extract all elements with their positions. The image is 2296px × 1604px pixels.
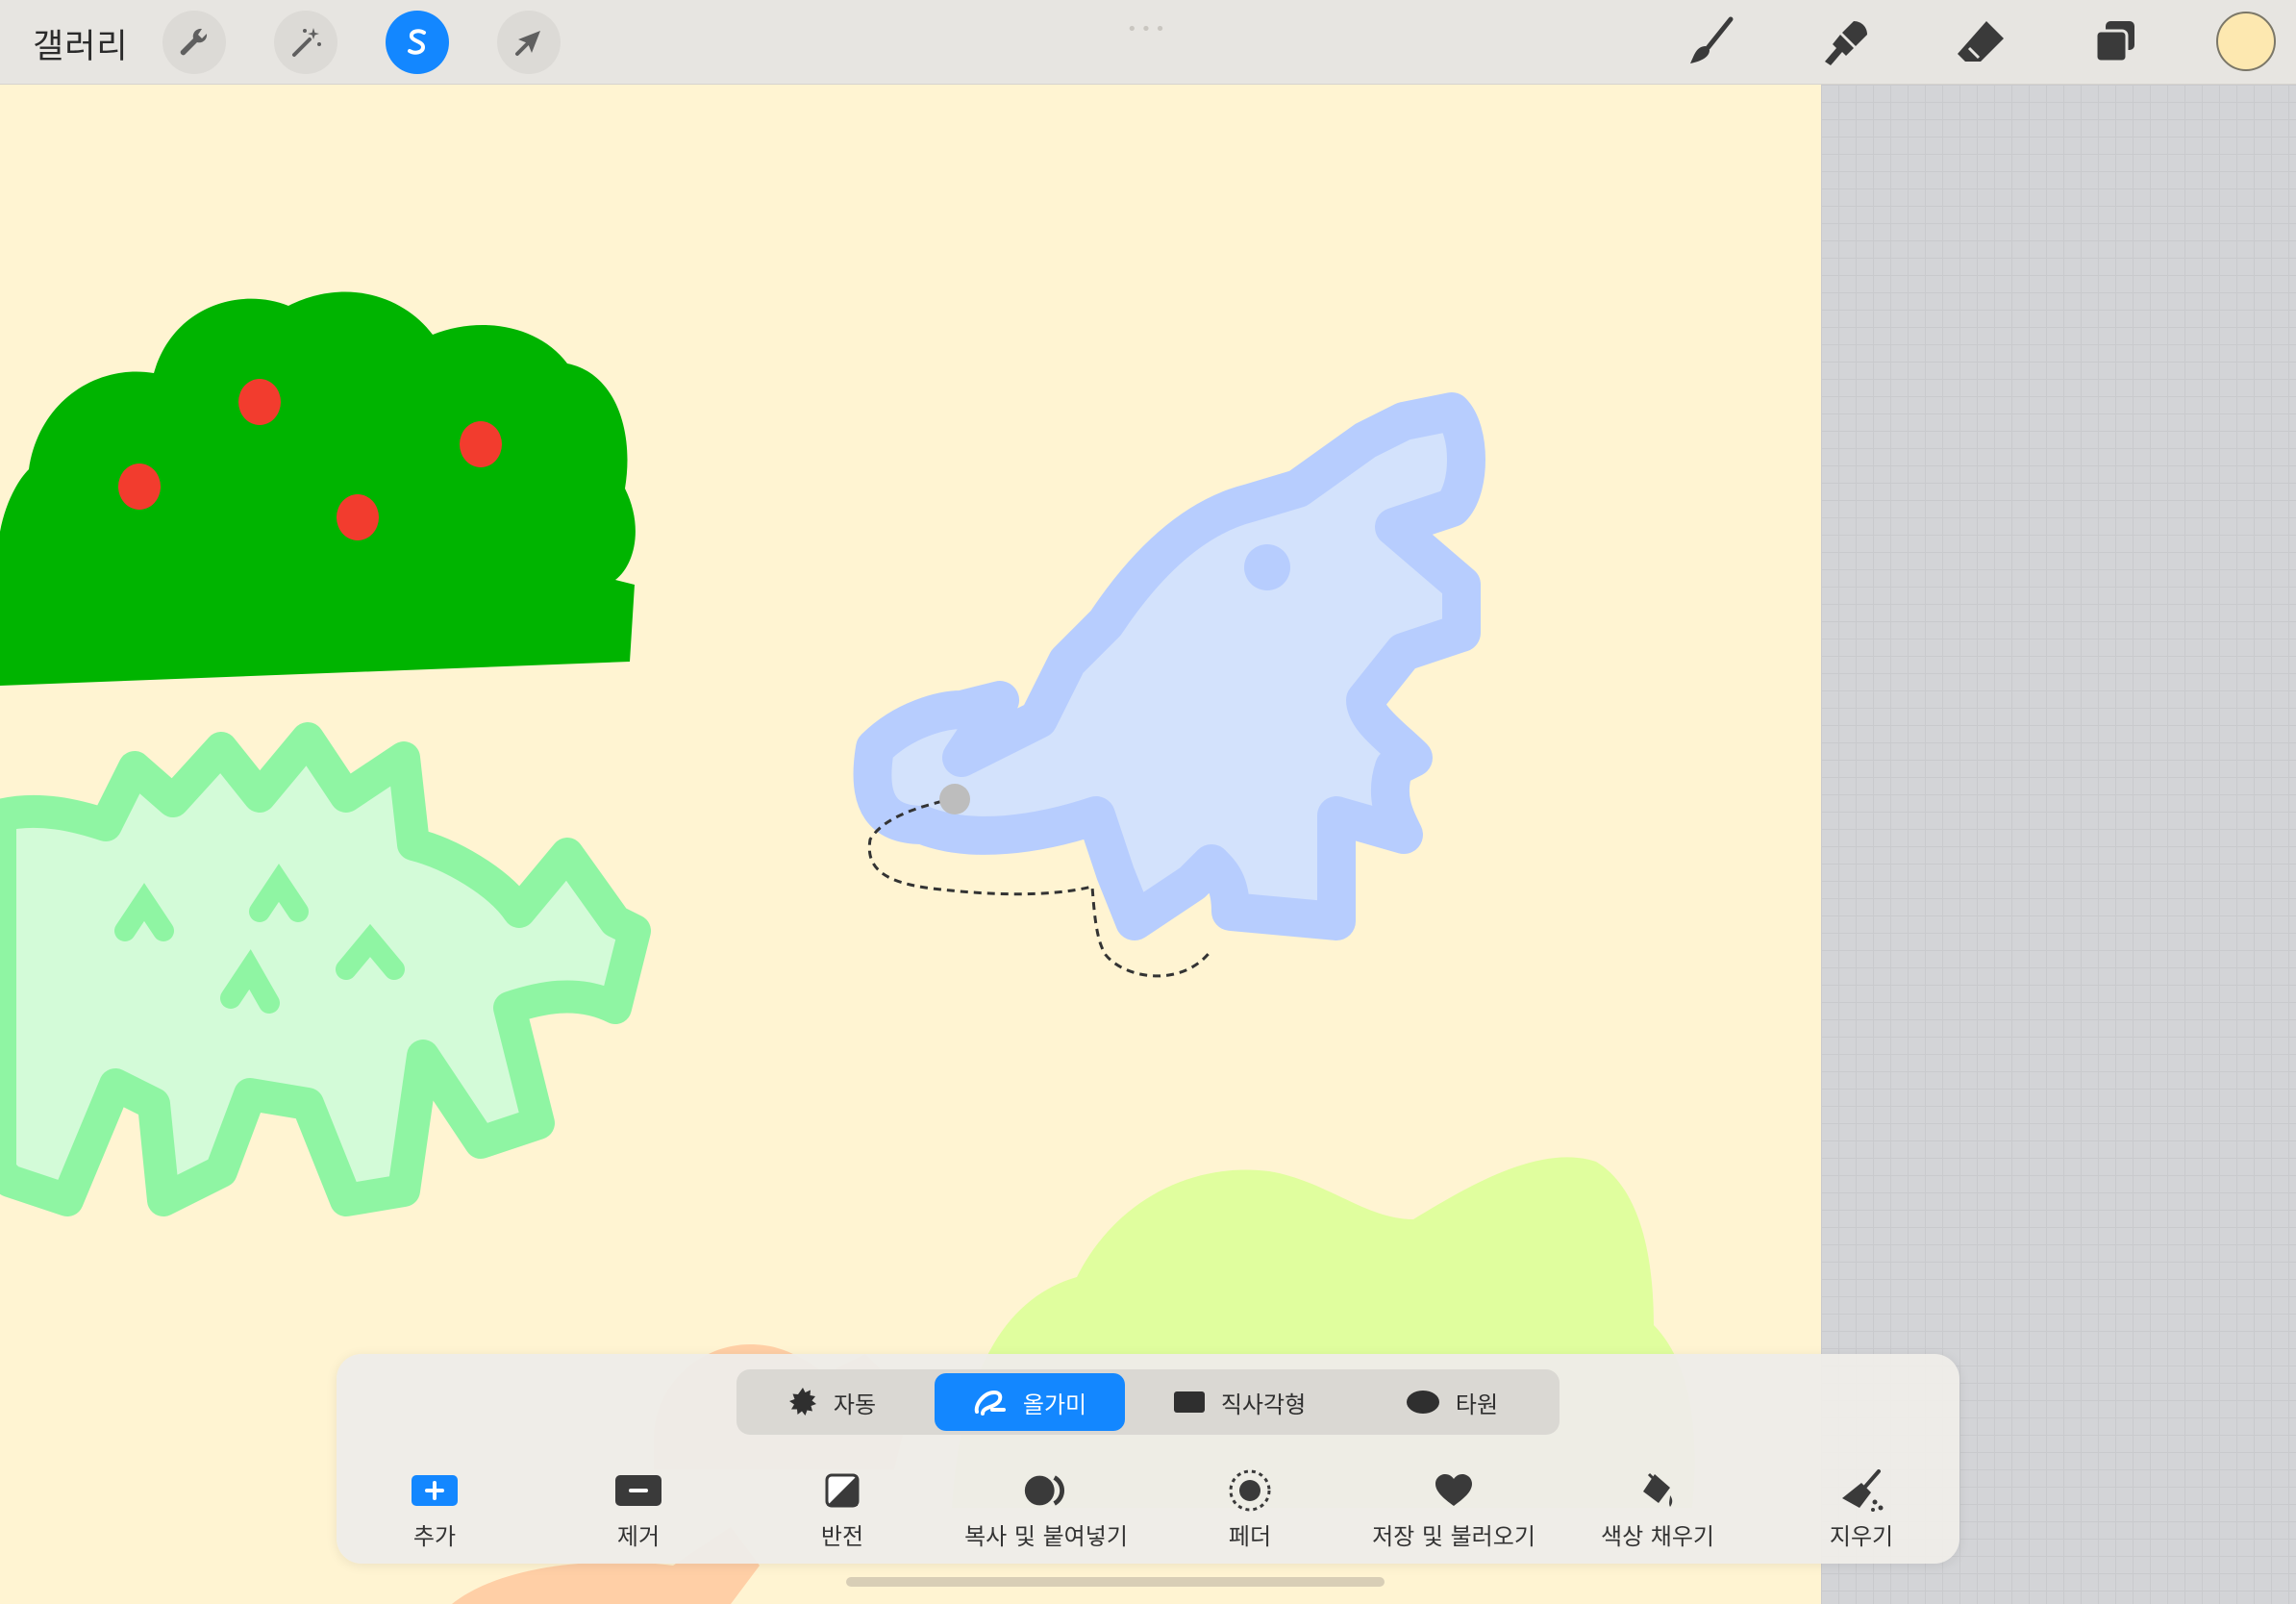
blue-dinosaur <box>853 392 1485 940</box>
color-fill-button[interactable]: 색상 채우기 <box>1552 1469 1763 1551</box>
rectangle-icon <box>1173 1391 1205 1413</box>
mode-rectangle-label: 직사각형 <box>1220 1391 1307 1418</box>
mode-lasso[interactable]: 올가미 <box>935 1373 1125 1431</box>
berry <box>337 494 379 540</box>
color-picker-button[interactable] <box>2216 12 2276 71</box>
transform-button[interactable] <box>497 11 561 74</box>
brush-icon <box>1690 16 1734 63</box>
add-icon <box>412 1475 458 1506</box>
mode-auto[interactable]: 자동 <box>742 1373 921 1431</box>
selection-button[interactable] <box>386 11 449 74</box>
feather-label: 페더 <box>1228 1523 1272 1550</box>
mode-ellipse[interactable]: 타원 <box>1356 1373 1548 1431</box>
remove-icon <box>615 1475 661 1506</box>
mode-auto-label: 자동 <box>833 1391 877 1418</box>
copy-paste-button[interactable]: 복사 및 붙여넣기 <box>940 1469 1152 1551</box>
ellipse-icon <box>1406 1391 1439 1414</box>
lasso-icon <box>974 1390 1006 1416</box>
add-button[interactable]: 추가 <box>329 1469 540 1551</box>
invert-label: 반전 <box>820 1523 864 1550</box>
green-bush <box>0 291 636 686</box>
berry <box>460 421 502 467</box>
mode-rectangle[interactable]: 직사각형 <box>1138 1373 1340 1431</box>
add-label: 추가 <box>412 1523 457 1550</box>
remove-label: 제거 <box>616 1523 661 1550</box>
layers-icon <box>2094 21 2134 63</box>
invert-icon <box>825 1473 860 1508</box>
home-indicator[interactable] <box>846 1577 1385 1587</box>
paint-button[interactable] <box>1681 12 1742 73</box>
toolbar-grip[interactable]: ••• <box>1127 19 1169 39</box>
selection-mode-segmented-control: 자동 올가미 직사각형 타원 <box>736 1369 1560 1435</box>
auto-select-icon <box>788 1388 816 1416</box>
berry <box>118 464 161 510</box>
gallery-button[interactable]: 갤러리 <box>33 19 129 68</box>
adjustments-button[interactable] <box>274 11 337 74</box>
copy-paste-icon <box>1024 1475 1064 1506</box>
heart-icon <box>1435 1474 1472 1506</box>
top-toolbar: 갤러리 ••• <box>0 0 2296 85</box>
save-load-button[interactable]: 저장 및 불러오기 <box>1348 1469 1560 1551</box>
copy-paste-label: 복사 및 붙여넣기 <box>964 1523 1128 1550</box>
lasso-start-handle <box>939 784 970 815</box>
mode-lasso-label: 올가미 <box>1022 1391 1087 1418</box>
fill-bucket-icon <box>1643 1472 1673 1507</box>
eraser-icon <box>1958 21 2004 62</box>
actions-button[interactable] <box>162 11 226 74</box>
clear-button[interactable]: 지우기 <box>1756 1469 1967 1551</box>
clear-label: 지우기 <box>1829 1523 1894 1550</box>
color-fill-label: 색상 채우기 <box>1600 1523 1715 1550</box>
mode-ellipse-label: 타원 <box>1455 1391 1499 1418</box>
smudge-button[interactable] <box>1815 12 1877 73</box>
erase-button[interactable] <box>1950 12 2011 73</box>
green-stegosaurus <box>0 722 651 1216</box>
smudge-icon <box>1825 21 1867 65</box>
invert-button[interactable]: 반전 <box>736 1469 948 1551</box>
berry <box>238 379 281 425</box>
layers-button[interactable] <box>2084 12 2146 73</box>
magic-wand-icon <box>292 28 321 57</box>
feather-icon <box>1229 1469 1271 1512</box>
save-load-label: 저장 및 불러오기 <box>1372 1523 1535 1550</box>
remove-button[interactable]: 제거 <box>533 1469 744 1551</box>
clear-broom-icon <box>1842 1469 1884 1512</box>
selection-s-icon <box>408 29 426 55</box>
arrow-cursor-icon <box>515 31 540 56</box>
selection-panel: 자동 올가미 직사각형 타원 추가 제거 반전 복사 및 붙여넣기 페더 저장 … <box>337 1354 1959 1564</box>
wrench-icon <box>180 28 208 56</box>
feather-button[interactable]: 페더 <box>1144 1469 1356 1551</box>
